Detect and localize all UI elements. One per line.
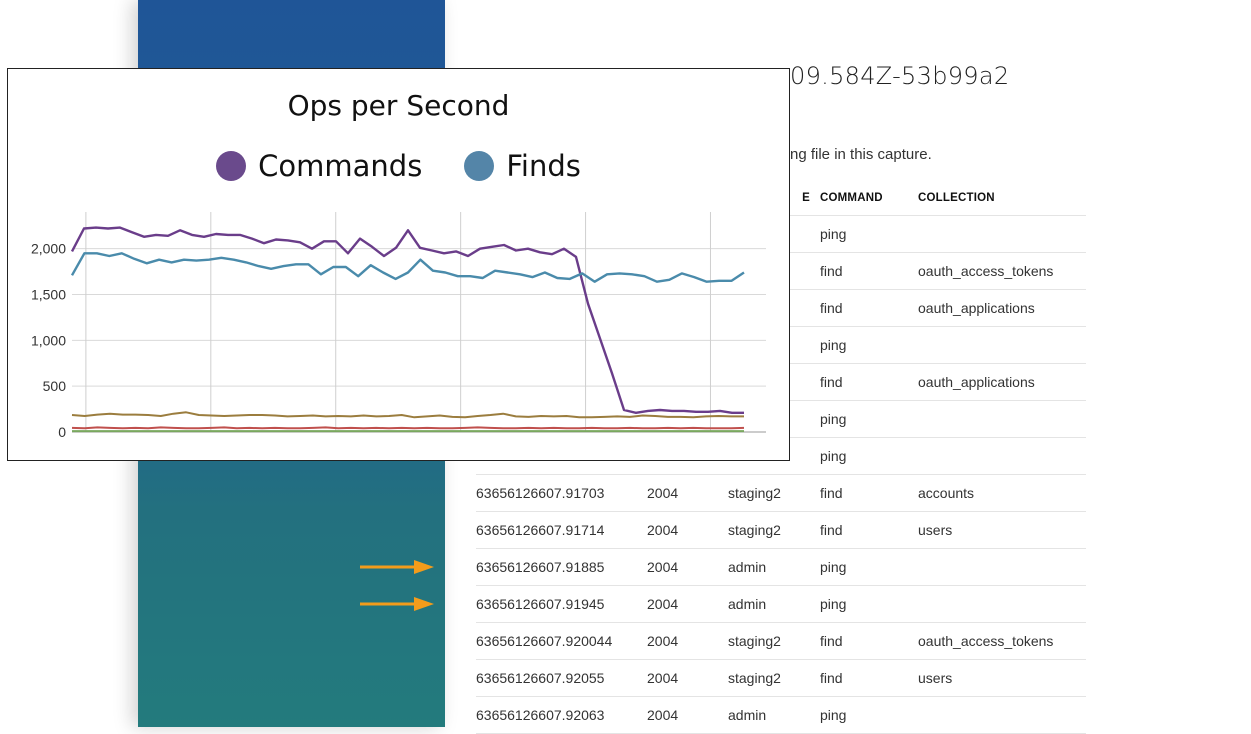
table-row[interactable]: 63656126607.91714 2004 staging2 find users bbox=[476, 512, 1086, 549]
series-line-0 bbox=[70, 226, 744, 414]
cell-db: staging2 bbox=[728, 633, 781, 649]
cell-command: ping bbox=[820, 596, 847, 612]
cell-time: 63656126607.92055 bbox=[476, 670, 605, 686]
cell-db: staging2 bbox=[728, 670, 781, 686]
cell-db: admin bbox=[728, 559, 767, 575]
cell-command: find bbox=[820, 670, 843, 686]
column-header-collection: COLLECTION bbox=[918, 191, 995, 204]
series-line-3 bbox=[71, 426, 745, 430]
cell-collection: oauth_access_tokens bbox=[918, 633, 1054, 649]
cell-time: 63656126607.920044 bbox=[476, 633, 613, 649]
table-row[interactable]: 63656126607.92063 2004 admin ping bbox=[476, 697, 1086, 734]
cell-time: 63656126607.91703 bbox=[476, 485, 605, 501]
cell-command: ping bbox=[820, 411, 847, 427]
table-row[interactable]: 63656126607.920044 2004 staging2 find oauth_… bbox=[476, 623, 1086, 660]
cell-collection: users bbox=[918, 522, 953, 538]
cell-op: 2004 bbox=[647, 522, 679, 538]
highlight-arrow-icon bbox=[360, 596, 434, 611]
cell-op: 2004 bbox=[647, 670, 679, 686]
cell-command: ping bbox=[820, 448, 847, 464]
capture-subtitle: ng file in this capture. bbox=[790, 146, 932, 163]
cell-command: find bbox=[820, 522, 843, 538]
cell-time: 63656126607.92063 bbox=[476, 707, 605, 723]
cell-op: 2004 bbox=[647, 596, 679, 612]
y-tick-label: 1,000 bbox=[31, 332, 66, 348]
cell-db: staging2 bbox=[728, 485, 781, 501]
cell-command: find bbox=[820, 633, 843, 649]
cell-command: find bbox=[820, 374, 843, 390]
highlight-arrow-icon bbox=[360, 559, 434, 574]
capture-title: 09.584Z-53b99a2 bbox=[790, 62, 1010, 90]
cell-command: ping bbox=[820, 559, 847, 575]
cell-time: 63656126607.91714 bbox=[476, 522, 605, 538]
series-line-2 bbox=[71, 411, 744, 419]
cell-op: 2004 bbox=[647, 707, 679, 723]
y-tick-label: 1,500 bbox=[31, 287, 66, 303]
cell-collection: users bbox=[918, 670, 953, 686]
y-tick-label: 500 bbox=[43, 378, 67, 394]
cell-op: 2004 bbox=[647, 633, 679, 649]
y-tick-label: 0 bbox=[58, 424, 66, 440]
cell-collection: oauth_applications bbox=[918, 300, 1035, 316]
cell-command: find bbox=[820, 263, 843, 279]
column-header-command: COMMAND bbox=[820, 191, 883, 204]
cell-command: ping bbox=[820, 337, 847, 353]
cell-db: admin bbox=[728, 596, 767, 612]
ops-per-second-chart: Ops per Second Commands Finds 0 500 1,000 1… bbox=[7, 68, 790, 461]
series-line-1 bbox=[70, 252, 745, 283]
cell-db: staging2 bbox=[728, 522, 781, 538]
cell-collection: accounts bbox=[918, 485, 975, 501]
cell-collection: oauth_access_tokens bbox=[918, 263, 1054, 279]
table-row[interactable]: 63656126607.91945 2004 admin ping bbox=[476, 586, 1086, 623]
cell-op: 2004 bbox=[647, 485, 679, 501]
cell-op: 2004 bbox=[647, 559, 679, 575]
table-row[interactable]: 63656126607.91703 2004 staging2 find account… bbox=[476, 475, 1086, 512]
y-tick-label: 2,000 bbox=[31, 241, 66, 257]
cell-db: admin bbox=[728, 707, 767, 723]
cell-command: find bbox=[820, 300, 843, 316]
cell-collection: oauth_applications bbox=[918, 374, 1035, 390]
chart-plot: 0 500 1,000 1,500 2,000 bbox=[31, 212, 766, 440]
cell-command: ping bbox=[820, 707, 847, 723]
cell-time: 63656126607.91945 bbox=[476, 596, 605, 612]
cell-command: find bbox=[820, 485, 843, 501]
table-row[interactable]: 63656126607.92055 2004 staging2 find users bbox=[476, 660, 1086, 697]
cell-time: 63656126607.91885 bbox=[476, 559, 605, 575]
cell-command: ping bbox=[820, 226, 847, 242]
table-row[interactable]: 63656126607.91885 2004 admin ping bbox=[476, 549, 1086, 586]
